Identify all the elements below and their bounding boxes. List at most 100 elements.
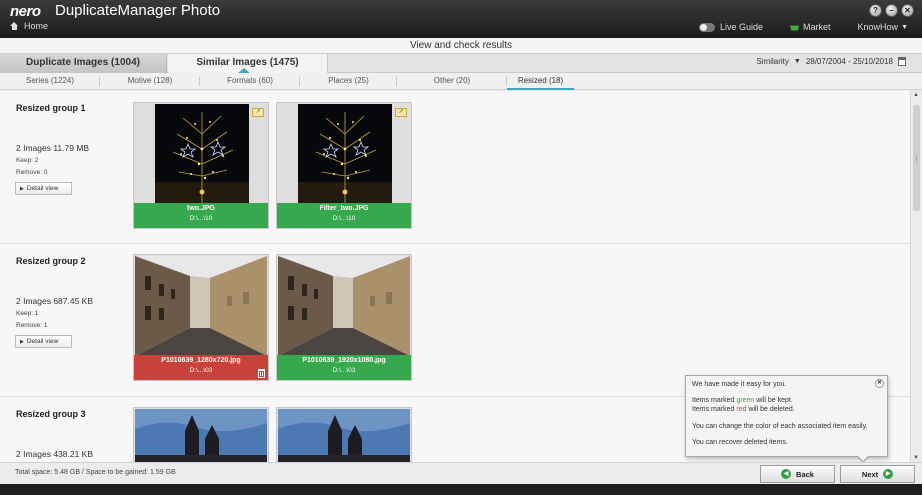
tab-motive[interactable]: Motive (128) xyxy=(100,73,200,90)
minimize-button[interactable]: – xyxy=(885,4,898,17)
resized-badge-icon: ↗ xyxy=(252,108,264,117)
tooltip-text: Items marked xyxy=(692,406,737,413)
arrow-right-icon: ▶ xyxy=(883,469,894,479)
tab-formats[interactable]: Formats (60) xyxy=(200,73,300,90)
church-photo xyxy=(278,409,410,462)
chevron-down-icon: ▼ xyxy=(901,23,908,31)
image-tile[interactable] xyxy=(133,407,269,462)
group-info: 2 Images 687.45 KB xyxy=(16,296,94,306)
remove-count: Remove: 1 xyxy=(16,322,48,329)
next-button[interactable]: Next ▶ xyxy=(840,465,915,483)
christmas-tree-photo xyxy=(298,104,392,204)
file-name: Filter_two.JPG xyxy=(319,205,369,212)
group-title: Resized group 1 xyxy=(16,103,86,113)
street-photo xyxy=(278,256,410,356)
bottom-edge xyxy=(0,484,922,495)
calendar-icon[interactable] xyxy=(898,57,906,66)
detail-view-button[interactable]: ▶ Detail view xyxy=(15,182,72,195)
tooltip-red-word: red xyxy=(736,406,747,413)
tab-series[interactable]: Series (1224) xyxy=(0,73,100,90)
tab-duplicate-images[interactable]: Duplicate Images (1004) xyxy=(0,54,167,73)
footer-bar: Total space: 5.48 GB / Space to be gaine… xyxy=(0,462,922,484)
knowhow-menu[interactable]: KnowHow xyxy=(858,22,899,32)
file-path: D:\...\03 xyxy=(189,367,213,374)
file-status-bar: two.JPG D:\...\10 xyxy=(134,203,268,228)
date-range[interactable]: 28/07/2004 - 25/10/2018 xyxy=(806,57,893,66)
dropdown-arrow-icon[interactable]: ▼ xyxy=(794,58,801,65)
tooltip-recover-hint: You can recover deleted items. xyxy=(692,439,788,446)
market-link[interactable]: Market xyxy=(803,22,831,32)
group-title: Resized group 2 xyxy=(16,256,86,266)
scroll-down-icon[interactable]: ▼ xyxy=(913,455,919,461)
close-icon[interactable]: ✕ xyxy=(875,379,884,388)
scroll-up-icon[interactable]: ▲ xyxy=(913,92,919,98)
space-summary: Total space: 5.48 GB / Space to be gaine… xyxy=(15,469,176,476)
image-tile[interactable] xyxy=(276,407,412,462)
tab-places[interactable]: Places (25) xyxy=(300,73,397,90)
home-link[interactable]: Home xyxy=(10,21,48,31)
arrow-left-icon: ◀ xyxy=(781,469,792,479)
file-path: D:\...\03 xyxy=(332,367,356,374)
file-name: P1010639_1280x720.jpg xyxy=(161,357,241,364)
group-info: 2 Images 11.79 MB xyxy=(16,143,90,153)
filter-bar: Similarity ▼ 28/07/2004 - 25/10/2018 xyxy=(756,57,906,66)
tooltip-color-hint: You can change the color of each associa… xyxy=(692,423,868,430)
resized-badge-icon: ↗ xyxy=(395,108,407,117)
trash-icon[interactable] xyxy=(258,369,265,378)
help-button[interactable]: ? xyxy=(869,4,882,17)
image-tile[interactable]: P1010639_1920x1080.jpg D:\...\03 xyxy=(276,254,412,381)
detail-view-label: Detail view xyxy=(26,185,59,192)
detail-view-label: Detail view xyxy=(26,338,59,345)
tab-resized[interactable]: Resized (18) xyxy=(507,73,574,90)
image-tile[interactable]: ↗ two.JPG D:\...\10 xyxy=(133,102,269,229)
app-title: DuplicateManager Photo xyxy=(55,2,221,19)
sort-select[interactable]: Similarity xyxy=(756,57,788,66)
christmas-tree-photo xyxy=(155,104,249,204)
basket-icon xyxy=(790,25,800,31)
street-photo xyxy=(135,256,267,356)
file-path: D:\...\10 xyxy=(332,215,356,222)
play-icon: ▶ xyxy=(20,339,24,345)
result-group: Resized group 1 2 Images 11.79 MB Keep: … xyxy=(0,91,910,244)
remove-count: Remove: 0 xyxy=(16,169,48,176)
tab-other[interactable]: Other (20) xyxy=(397,73,507,90)
page-title: View and check results xyxy=(0,38,922,54)
live-guide-label[interactable]: Live Guide xyxy=(720,22,763,32)
tooltip-kept: Items marked green will be kept. xyxy=(692,397,793,404)
next-label: Next xyxy=(861,469,879,479)
vertical-scrollbar[interactable]: ▲ ▼ xyxy=(910,91,922,462)
sub-tabs: Series (1224) Motive (128) Formats (60) … xyxy=(0,73,922,90)
main-tabs: Duplicate Images (1004) Similar Images (… xyxy=(0,54,922,73)
tab-similar-images[interactable]: Similar Images (1475) xyxy=(168,54,328,73)
title-bar: nero DuplicateManager Photo Home ? – ✕ L… xyxy=(0,0,922,38)
top-links: Live Guide Market KnowHow ▼ xyxy=(698,22,908,32)
live-guide-toggle[interactable] xyxy=(698,22,715,32)
back-label: Back xyxy=(796,469,814,479)
tooltip-text: Items marked xyxy=(692,397,737,404)
file-status-bar: Filter_two.JPG D:\...\10 xyxy=(277,203,411,228)
grip-icon xyxy=(916,155,917,162)
nero-logo: nero xyxy=(10,3,41,20)
image-tile[interactable]: P1010639_1280x720.jpg D:\...\03 xyxy=(133,254,269,381)
scrollbar-thumb[interactable] xyxy=(913,105,920,211)
file-name: P1010639_1920x1080.jpg xyxy=(302,357,386,364)
home-icon xyxy=(10,22,19,30)
group-info: 2 Images 438.21 KB xyxy=(16,449,94,459)
help-tooltip: ✕ We have made it easy for you. Items ma… xyxy=(685,375,888,463)
image-tile[interactable]: ↗ Filter_two.JPG D:\...\10 xyxy=(276,102,412,229)
tooltip-text: will be deleted. xyxy=(746,406,795,413)
play-icon: ▶ xyxy=(20,186,24,192)
back-button[interactable]: ◀ Back xyxy=(760,465,835,483)
file-path: D:\...\10 xyxy=(189,215,213,222)
tooltip-intro: We have made it easy for you. xyxy=(692,381,787,388)
group-title: Resized group 3 xyxy=(16,409,86,419)
tooltip-text: will be kept. xyxy=(754,397,793,404)
keep-count: Keep: 2 xyxy=(16,157,39,164)
close-button[interactable]: ✕ xyxy=(901,4,914,17)
tooltip-green-word: green xyxy=(736,397,755,404)
home-label: Home xyxy=(24,21,49,31)
file-name: two.JPG xyxy=(186,205,215,212)
church-photo xyxy=(135,409,267,462)
detail-view-button[interactable]: ▶ Detail view xyxy=(15,335,72,348)
file-status-bar: P1010639_1280x720.jpg D:\...\03 xyxy=(134,355,268,380)
